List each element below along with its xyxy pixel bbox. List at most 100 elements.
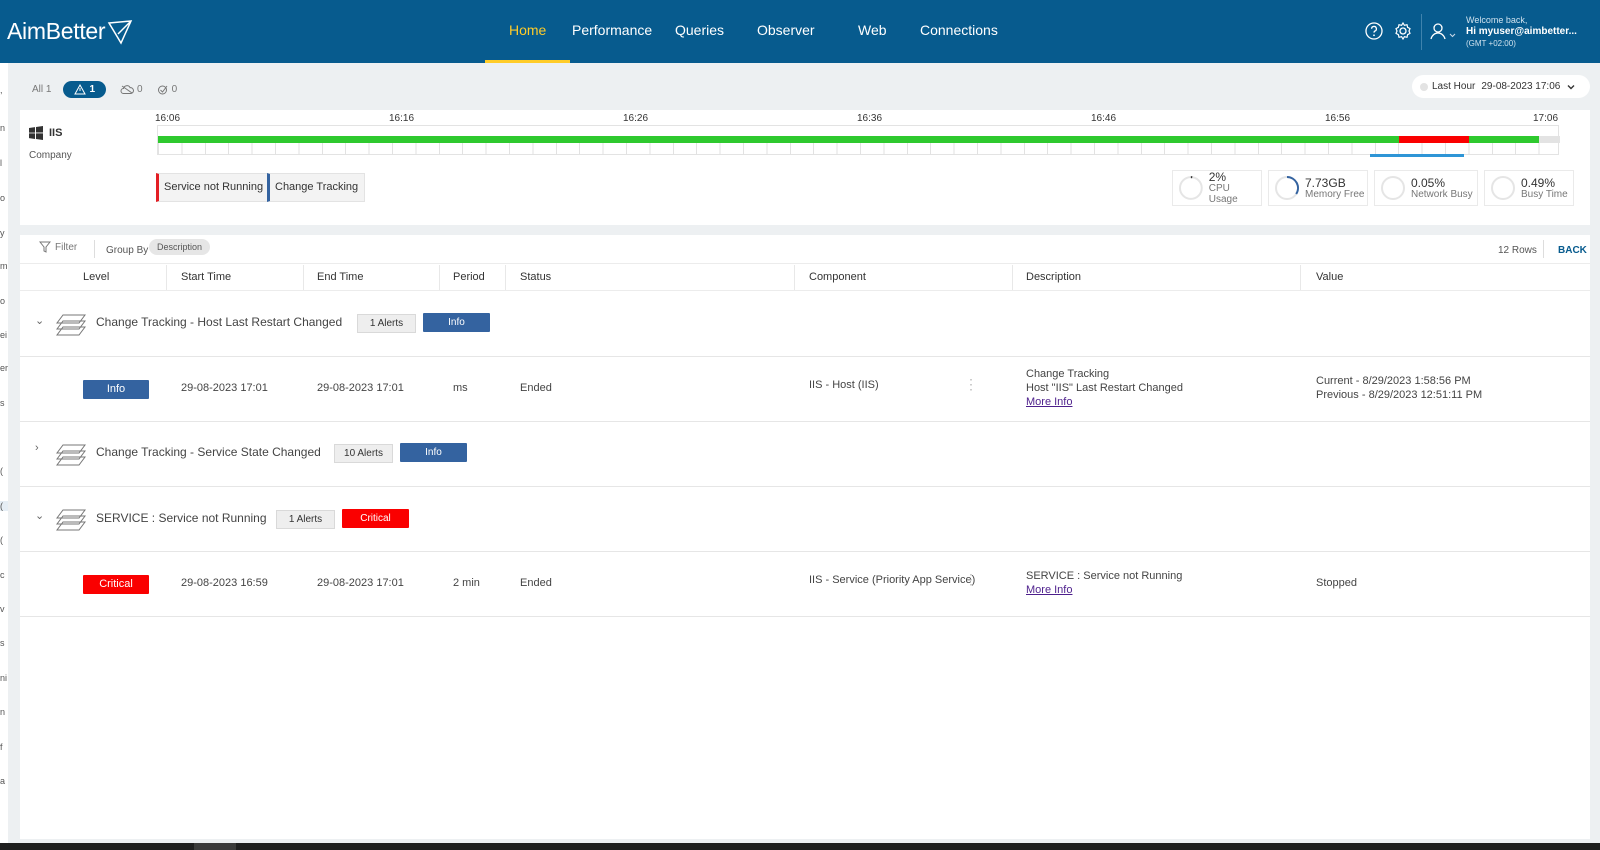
col-description[interactable]: Description — [1026, 271, 1081, 283]
group-by-pill[interactable]: Description — [149, 239, 211, 255]
metric-memory-free[interactable]: 7.73GB Memory Free — [1268, 170, 1368, 206]
description-text: Host "IIS" Last Restart Changed — [1026, 382, 1183, 394]
filter-icon — [39, 241, 51, 253]
tick-label: 16:16 — [389, 113, 415, 124]
more-info-link[interactable]: More Info — [1026, 396, 1072, 408]
group-alert-count[interactable]: 1 Alerts — [357, 314, 416, 333]
col-status[interactable]: Status — [520, 271, 551, 283]
group-level-badge: Info — [423, 313, 490, 332]
group-title: SERVICE : Service not Running — [96, 511, 267, 525]
filter-label: Filter — [55, 241, 78, 253]
group-row[interactable]: › Change Tracking - Service State Change… — [20, 422, 1590, 487]
more-info-link[interactable]: More Info — [1026, 584, 1072, 596]
metric-value: 0.49% — [1521, 175, 1556, 190]
metric-label: Busy Time — [1521, 188, 1568, 200]
aimbetter-logo[interactable]: AimBetter — [7, 18, 133, 45]
filter-alerts[interactable]: 1 — [63, 81, 107, 98]
metric-cpu-usage[interactable]: 2% CPU Usage — [1172, 170, 1262, 206]
filter-resolved-count: 0 — [171, 84, 178, 95]
col-value[interactable]: Value — [1316, 271, 1343, 283]
user-timezone: (GMT +02:00) — [1466, 39, 1516, 48]
group-alert-count[interactable]: 1 Alerts — [276, 510, 335, 529]
group-alert-count[interactable]: 10 Alerts — [334, 444, 393, 463]
chevron-down-icon[interactable]: ⌄ — [35, 509, 44, 522]
status: Ended — [520, 577, 552, 589]
col-start-time[interactable]: Start Time — [181, 271, 231, 283]
nav-performance[interactable]: Performance — [572, 0, 652, 63]
description-title: SERVICE : Service not Running — [1026, 570, 1183, 582]
stack-layers-icon — [56, 444, 86, 466]
group-row[interactable]: ⌄ Change Tracking - Host Last Restart Ch… — [20, 292, 1590, 357]
group-row[interactable]: ⌄ SERVICE : Service not Running 1 Alerts… — [20, 487, 1590, 552]
col-end-time[interactable]: End Time — [317, 271, 363, 283]
timeline-critical-segment[interactable] — [1399, 136, 1469, 143]
top-bar: AimBetter Home Performance Queries Obser… — [0, 0, 1600, 63]
tick-label: 16:56 — [1325, 113, 1351, 124]
metric-label: Memory Free — [1305, 188, 1365, 200]
back-button[interactable]: BACK — [1558, 245, 1587, 256]
timeline-selection[interactable] — [1370, 154, 1464, 157]
period: 2 min — [453, 577, 480, 589]
metric-value: 2% — [1208, 170, 1227, 184]
busy-gauge-icon — [1491, 176, 1515, 200]
user-greeting[interactable]: Welcome back, Hi myuser@aimbetter... (GM… — [1466, 14, 1577, 50]
group-by-label: Group By — [106, 245, 149, 256]
legend-change-tracking[interactable]: Change Tracking — [267, 173, 366, 202]
column-headers: Level Start Time End Time Period Status … — [20, 265, 1590, 291]
status-timeline[interactable] — [157, 125, 1560, 157]
chevron-right-icon[interactable]: › — [35, 442, 39, 454]
metric-busy-time[interactable]: 0.49% Busy Time — [1484, 170, 1574, 206]
resolved-icon — [157, 85, 167, 95]
alert-row[interactable]: Critical 29-08-2023 16:59 29-08-2023 17:… — [20, 552, 1590, 617]
col-period[interactable]: Period — [453, 271, 485, 283]
end-time: 29-08-2023 17:01 — [317, 577, 404, 589]
tick-label: 16:26 — [623, 113, 649, 124]
description-title: Change Tracking — [1026, 368, 1110, 380]
filter-button[interactable]: Filter — [39, 241, 77, 253]
row-menu-icon[interactable]: ⋮ — [964, 572, 978, 593]
server-company: Company — [29, 150, 72, 161]
time-range-selector[interactable]: Last Hour 29-08-2023 17:06 — [1412, 75, 1590, 98]
filter-resolved[interactable]: 0 — [157, 84, 178, 95]
taskbar-strip — [0, 843, 1600, 850]
tick-label: 16:46 — [1091, 113, 1117, 124]
gear-icon[interactable] — [1393, 21, 1413, 41]
nav-home[interactable]: Home — [484, 0, 571, 63]
col-level[interactable]: Level — [83, 271, 109, 283]
alert-filter-chips: All 1 1 0 0 — [32, 79, 191, 100]
toolbar-divider — [94, 240, 95, 258]
stack-layers-icon — [56, 314, 86, 336]
left-sidebar-collapsed[interactable]: , n l o y m o ei er s(((c v s ni n f a — [0, 63, 8, 843]
chevron-down-icon[interactable]: ⌄ — [35, 314, 44, 327]
start-time: 29-08-2023 16:59 — [181, 577, 268, 589]
period: ms — [453, 382, 468, 394]
time-range-dot — [1420, 82, 1428, 91]
nav-observer[interactable]: Observer — [757, 0, 815, 63]
component: IIS - Service (Priority App Service) — [809, 574, 976, 586]
group-title: Change Tracking - Host Last Restart Chan… — [96, 315, 343, 329]
chevron-down-icon — [1567, 84, 1575, 89]
metric-network-busy[interactable]: 0.05% Network Busy — [1374, 170, 1478, 206]
group-level-badge: Critical — [342, 509, 409, 528]
user-menu-icon[interactable] — [1429, 21, 1459, 41]
filter-cloud[interactable]: 0 — [120, 84, 143, 95]
filter-all[interactable]: All 1 — [32, 84, 51, 95]
nav-web[interactable]: Web — [858, 0, 887, 63]
group-title: Change Tracking - Service State Changed — [96, 445, 321, 459]
row-menu-icon[interactable]: ⋮ — [964, 377, 978, 398]
time-range-value: 29-08-2023 17:06 — [1481, 81, 1561, 92]
component: IIS - Host (IIS) — [809, 379, 879, 391]
stack-layers-icon — [56, 509, 86, 531]
legend-service-not-running[interactable]: Service not Running — [156, 173, 271, 202]
server-name[interactable]: IIS — [29, 126, 62, 140]
nav-queries[interactable]: Queries — [675, 0, 724, 63]
col-component[interactable]: Component — [809, 271, 866, 283]
alert-row[interactable]: Info 29-08-2023 17:01 29-08-2023 17:01 m… — [20, 357, 1590, 422]
nav-connections[interactable]: Connections — [920, 0, 998, 63]
help-icon[interactable] — [1364, 21, 1384, 41]
header-divider — [1421, 14, 1422, 50]
paper-plane-icon — [108, 19, 133, 45]
metric-value: 0.05% — [1411, 175, 1446, 190]
rows-count: 12 Rows — [1498, 245, 1537, 256]
cpu-gauge-icon — [1178, 176, 1203, 200]
